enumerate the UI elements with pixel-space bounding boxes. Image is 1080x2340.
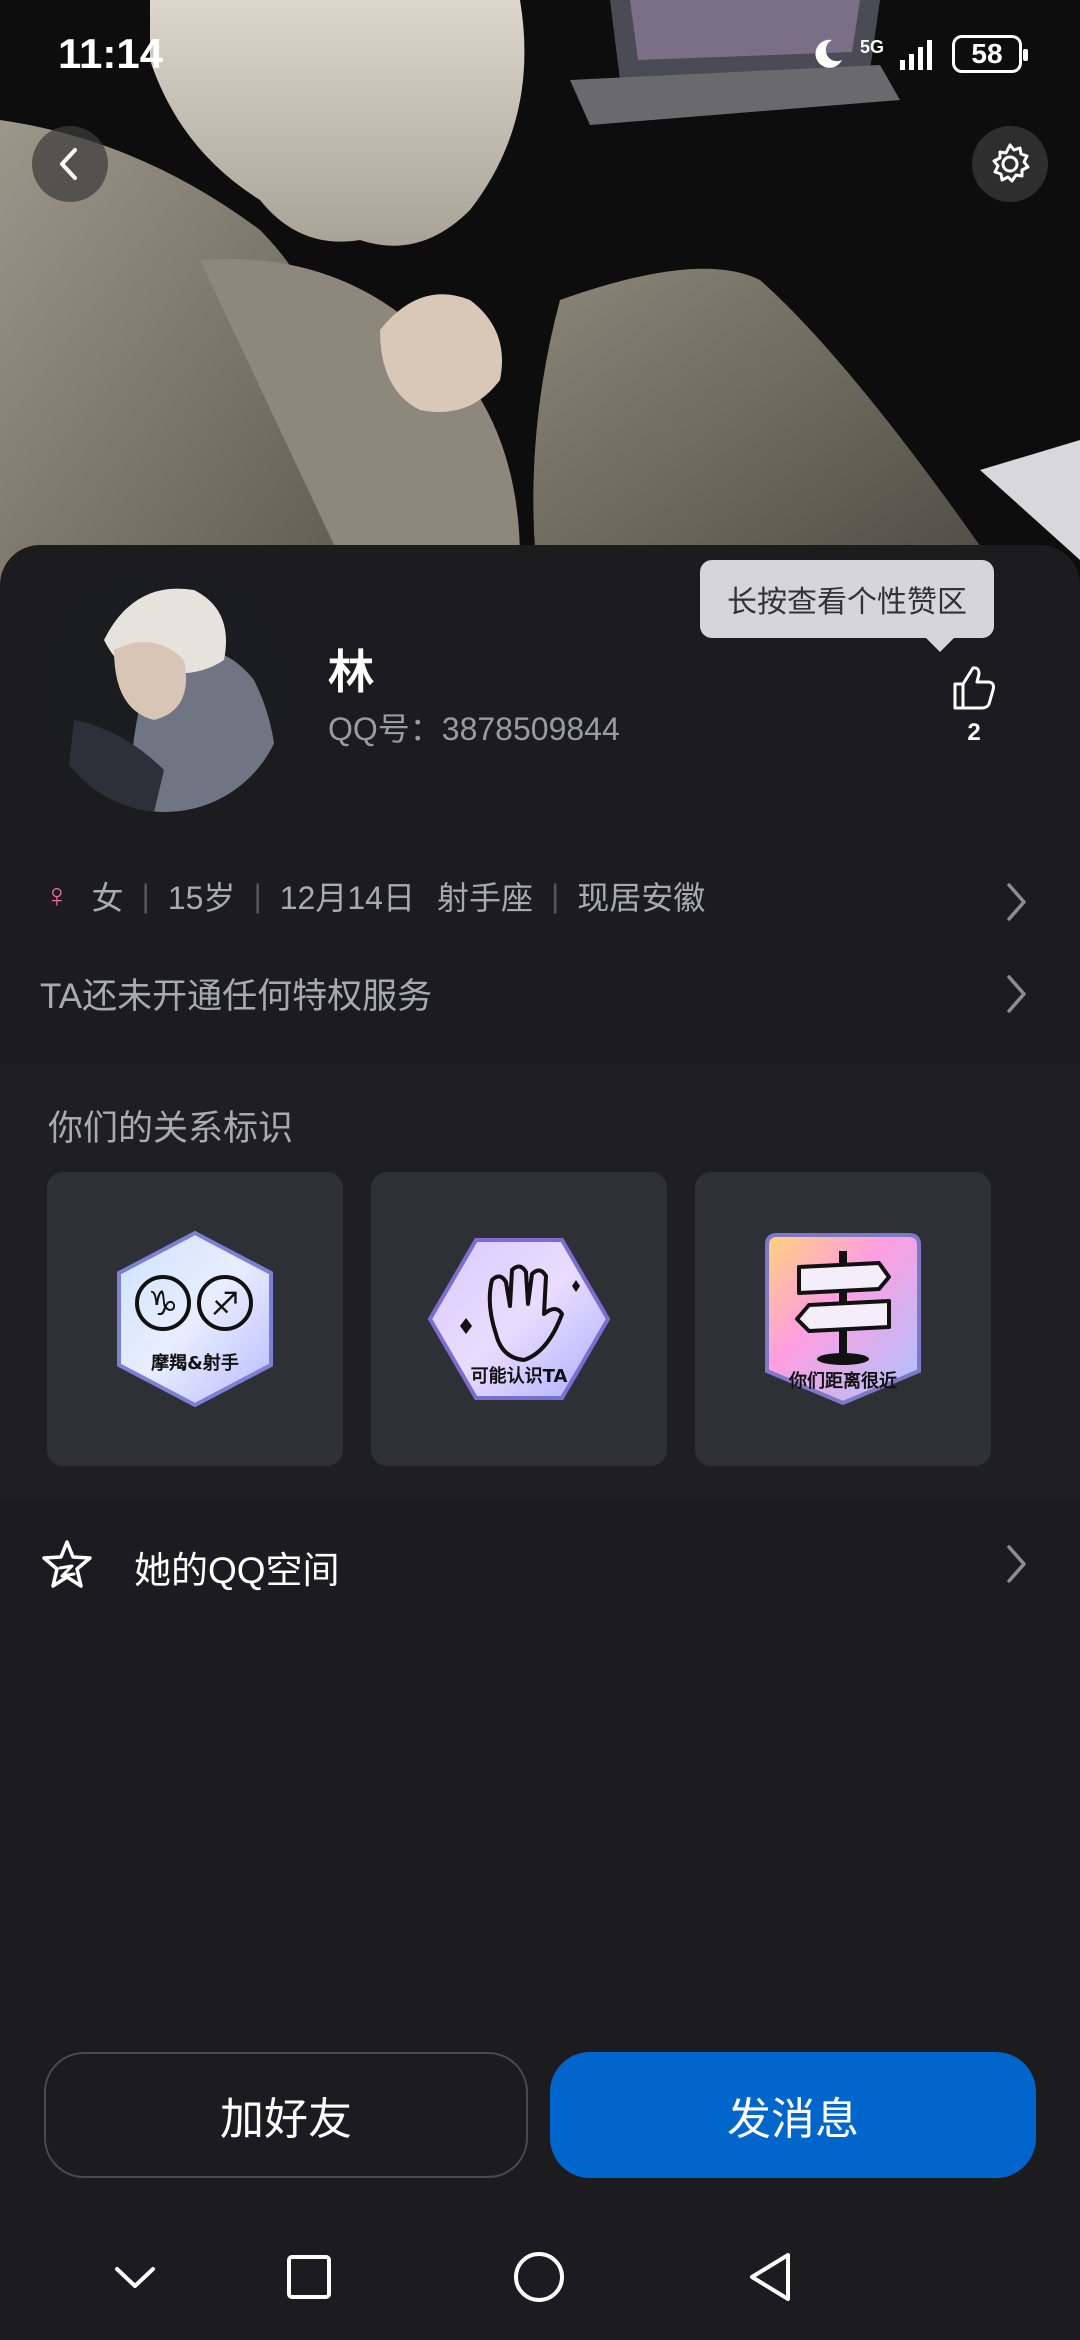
avatar-image — [44, 570, 286, 812]
relationship-badge-nearby[interactable]: 你们距离很近 — [695, 1172, 991, 1466]
relationship-section-title: 你们的关系标识 — [48, 1109, 294, 1148]
network-type-label: 5G — [859, 37, 884, 57]
status-icons: 5G 58 — [810, 30, 1028, 78]
badge-label: 摩羯&射手 — [151, 1352, 239, 1374]
badge-label: 可能认识TA — [471, 1365, 568, 1387]
send-message-button[interactable]: 发消息 — [550, 2052, 1036, 2178]
nav-collapse-button[interactable] — [100, 2242, 170, 2312]
status-bar: 11:14 5G 58 — [0, 0, 1080, 110]
like-tooltip: 长按查看个性赞区 — [700, 560, 994, 652]
chevron-right-icon — [1007, 883, 1026, 921]
like-count: 2 — [967, 719, 981, 746]
add-friend-label: 加好友 — [220, 2095, 352, 2144]
relationship-badge-zodiac[interactable]: ♑ ♐ 摩羯&射手 — [47, 1172, 343, 1466]
signpost-badge-icon: 你们距离很近 — [765, 1233, 921, 1406]
signal-strength-icon — [900, 40, 932, 70]
star-icon — [42, 1540, 92, 1588]
like-tooltip-text: 长按查看个性赞区 — [727, 586, 967, 619]
female-symbol-icon: ♀ — [44, 876, 70, 915]
nav-recents-button[interactable] — [274, 2242, 344, 2312]
age-label: 15岁 — [167, 880, 236, 916]
battery-level: 58 — [971, 38, 1003, 69]
svg-text:♑: ♑ — [148, 1284, 178, 1324]
badge-label: 你们距离很近 — [788, 1370, 897, 1392]
birthday-label: 12月14日 — [279, 880, 415, 916]
chevron-left-icon — [60, 148, 77, 180]
system-nav-bar — [0, 2220, 1080, 2340]
nav-home-button[interactable] — [504, 2242, 574, 2312]
triangle-back-icon — [750, 2253, 790, 2301]
avatar[interactable] — [44, 570, 286, 812]
location-label: 现居安徽 — [577, 880, 706, 916]
divider: | — [253, 877, 262, 914]
square-icon — [287, 2255, 331, 2299]
add-friend-button[interactable]: 加好友 — [44, 2052, 528, 2178]
privilege-status[interactable]: TA还未开通任何特权服务 — [40, 968, 432, 1019]
status-time: 11:14 — [58, 30, 164, 77]
svg-text:♐: ♐ — [211, 1285, 240, 1323]
zodiac-label: 射手座 — [436, 880, 533, 916]
zodiac-badge-icon: ♑ ♐ 摩羯&射手 — [117, 1230, 273, 1408]
divider: | — [550, 877, 560, 914]
circle-icon — [514, 2252, 564, 2302]
battery-indicator: 58 — [952, 35, 1028, 73]
profile-name: 林 — [328, 646, 374, 698]
gear-icon — [992, 143, 1030, 183]
gender-label: 女 — [91, 880, 124, 916]
qq-number[interactable]: QQ号：3878509844 — [328, 704, 620, 750]
thumbs-up-icon — [953, 666, 995, 710]
do-not-disturb-moon-icon — [815, 39, 842, 68]
settings-button[interactable] — [972, 126, 1048, 202]
chevron-right-icon — [1007, 975, 1026, 1013]
nav-back-button[interactable] — [734, 2242, 804, 2312]
send-message-label: 发消息 — [727, 2095, 859, 2144]
qzone-label: 她的QQ空间 — [134, 1550, 340, 1591]
qzone-row[interactable]: 她的QQ空间 — [0, 1500, 1080, 1630]
divider: | — [141, 877, 150, 914]
chevron-right-icon — [1007, 1545, 1026, 1583]
like-button[interactable]: 2 — [944, 664, 1004, 747]
chevron-down-icon — [115, 2267, 155, 2288]
relationship-badge-may-know[interactable]: 可能认识TA — [371, 1172, 667, 1466]
wave-hand-badge-icon: 可能认识TA — [427, 1238, 611, 1400]
profile-info-row[interactable]: ♀ 女 | 15岁 | 12月14日 射手座 | 现居安徽 — [44, 868, 1044, 924]
back-button[interactable] — [32, 126, 108, 202]
